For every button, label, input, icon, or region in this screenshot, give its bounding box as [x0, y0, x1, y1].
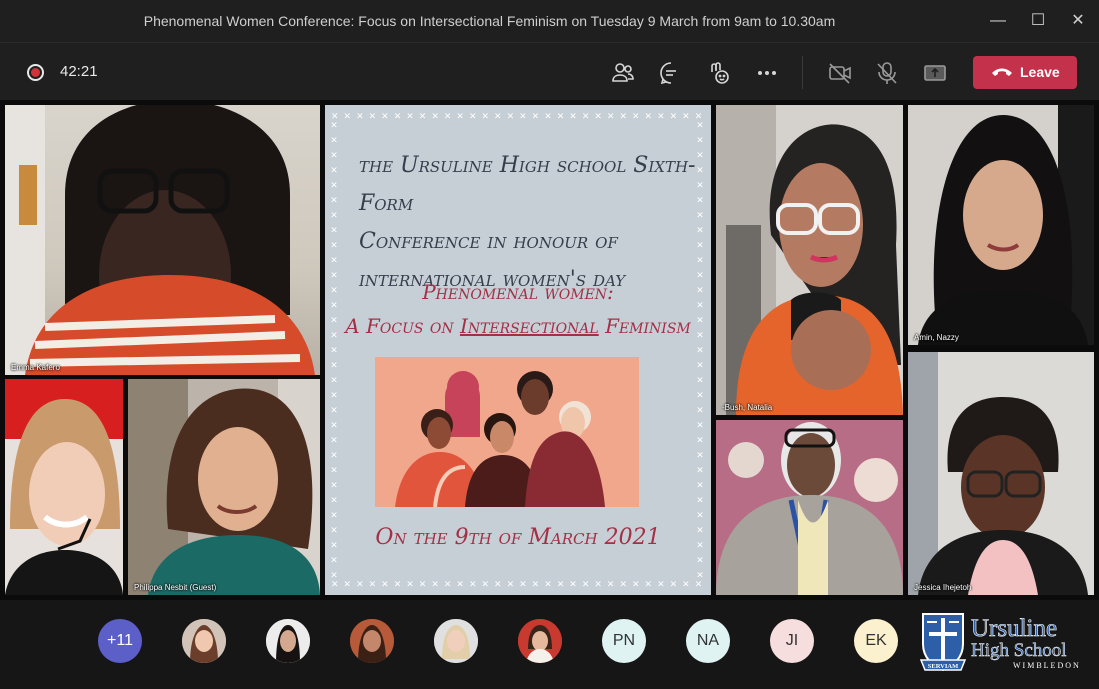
- subtitle-post: Feminism: [598, 314, 691, 338]
- video-tile-emma[interactable]: Emma Kafero: [5, 105, 320, 375]
- participant-avatar[interactable]: [518, 619, 562, 663]
- participant-name: Amin, Nazzy: [914, 333, 959, 342]
- recording-icon: [27, 64, 44, 81]
- video-tile-headset[interactable]: [5, 379, 123, 595]
- logo-motto: SERVIAM: [928, 663, 958, 670]
- participant-video: [716, 105, 903, 415]
- close-button[interactable]: ✕: [1064, 8, 1092, 34]
- participant-initials-avatar[interactable]: EK: [854, 619, 898, 663]
- slide-subtitle-line2: A Focus on Intersectional Feminism: [325, 309, 711, 343]
- subtitle-pre: A Focus on: [345, 314, 460, 338]
- participant-video: [716, 420, 903, 595]
- logo-line1: Ursuline: [971, 615, 1057, 642]
- chat-icon[interactable]: [657, 59, 685, 87]
- participant-avatar[interactable]: [182, 619, 226, 663]
- overflow-participants[interactable]: +11: [98, 619, 142, 663]
- slide-subtitle-line1: Phenomenal women:: [422, 280, 614, 304]
- slide-border: ✕✕✕✕✕✕✕✕✕✕✕✕✕✕✕✕✕✕✕✕✕✕✕✕✕✕✕✕✕✕✕✕✕✕✕✕✕✕: [330, 121, 340, 579]
- video-tile-philippa[interactable]: Philippa Nesbit (Guest): [128, 379, 320, 595]
- video-tile-natalia[interactable]: -Bush, Natalia: [716, 105, 903, 415]
- logo-line2: High School: [971, 640, 1067, 661]
- window-title: Phenomenal Women Conference: Focus on In…: [143, 13, 836, 29]
- participant-initials-avatar[interactable]: PN: [602, 619, 646, 663]
- subtitle-underlined: Intersectional: [459, 314, 599, 338]
- slide-heading-line2: Conference in honour of: [359, 229, 618, 254]
- meeting-timer: 42:21: [60, 63, 98, 80]
- participant-avatar[interactable]: [350, 619, 394, 663]
- video-tile-lanyard[interactable]: [716, 420, 903, 595]
- slide-subtitle: Phenomenal women: A Focus on Intersectio…: [325, 275, 711, 343]
- camera-off-icon[interactable]: [826, 59, 854, 87]
- video-tile-nazzy[interactable]: Amin, Nazzy: [908, 105, 1094, 345]
- maximize-button[interactable]: ☐: [1024, 8, 1052, 34]
- participant-video: [128, 379, 320, 595]
- participant-video: [5, 399, 123, 595]
- meeting-toolbar: 42:21 Leave: [0, 42, 1099, 100]
- minimize-button[interactable]: —: [984, 8, 1012, 34]
- more-options-icon[interactable]: [753, 59, 781, 87]
- participant-video: [918, 105, 1094, 345]
- phone-hangup-icon: [992, 68, 1012, 76]
- school-logo: SERVIAM Ursuline High School WIMBLEDON: [919, 610, 1094, 678]
- participant-name: -Bush, Natalia: [722, 403, 773, 412]
- participant-avatar[interactable]: [434, 619, 478, 663]
- participant-name: Emma Kafero: [11, 363, 60, 372]
- participant-video: [5, 105, 315, 375]
- toolbar-divider: [802, 56, 803, 89]
- participant-name: Jessica Ihejetoh: [914, 583, 972, 592]
- video-tile-jessica[interactable]: Jessica Ihejetoh: [908, 352, 1094, 595]
- mic-off-icon[interactable]: [873, 59, 901, 87]
- slide-date: On the 9th of March 2021: [375, 525, 661, 550]
- participant-video: [908, 352, 1088, 595]
- share-screen-icon[interactable]: [921, 59, 949, 87]
- slide-border: ✕✕✕✕✕✕✕✕✕✕✕✕✕✕✕✕✕✕✕✕✕✕✕✕✕✕✕✕✕✕✕: [331, 111, 705, 121]
- participant-initials-avatar[interactable]: NA: [686, 619, 730, 663]
- title-bar: Phenomenal Women Conference: Focus on In…: [0, 0, 1099, 42]
- leave-label: Leave: [1020, 64, 1060, 80]
- participant-initials-avatar[interactable]: JI: [770, 619, 814, 663]
- shared-presentation-slide: ✕✕✕✕✕✕✕✕✕✕✕✕✕✕✕✕✕✕✕✕✕✕✕✕✕✕✕✕✕✕✕ ✕✕✕✕✕✕✕✕…: [325, 105, 711, 595]
- participant-name: Philippa Nesbit (Guest): [134, 583, 217, 592]
- leave-button[interactable]: Leave: [973, 56, 1077, 89]
- reactions-icon[interactable]: [704, 59, 732, 87]
- slide-heading-line1: the Ursuline High school Sixth-Form: [359, 153, 696, 216]
- slide-border: ✕✕✕✕✕✕✕✕✕✕✕✕✕✕✕✕✕✕✕✕✕✕✕✕✕✕✕✕✕✕✕: [331, 579, 705, 589]
- participant-avatar[interactable]: [266, 619, 310, 663]
- women-illustration: [375, 357, 639, 507]
- participants-icon[interactable]: [609, 59, 637, 87]
- logo-line3: WIMBLEDON: [1013, 661, 1081, 670]
